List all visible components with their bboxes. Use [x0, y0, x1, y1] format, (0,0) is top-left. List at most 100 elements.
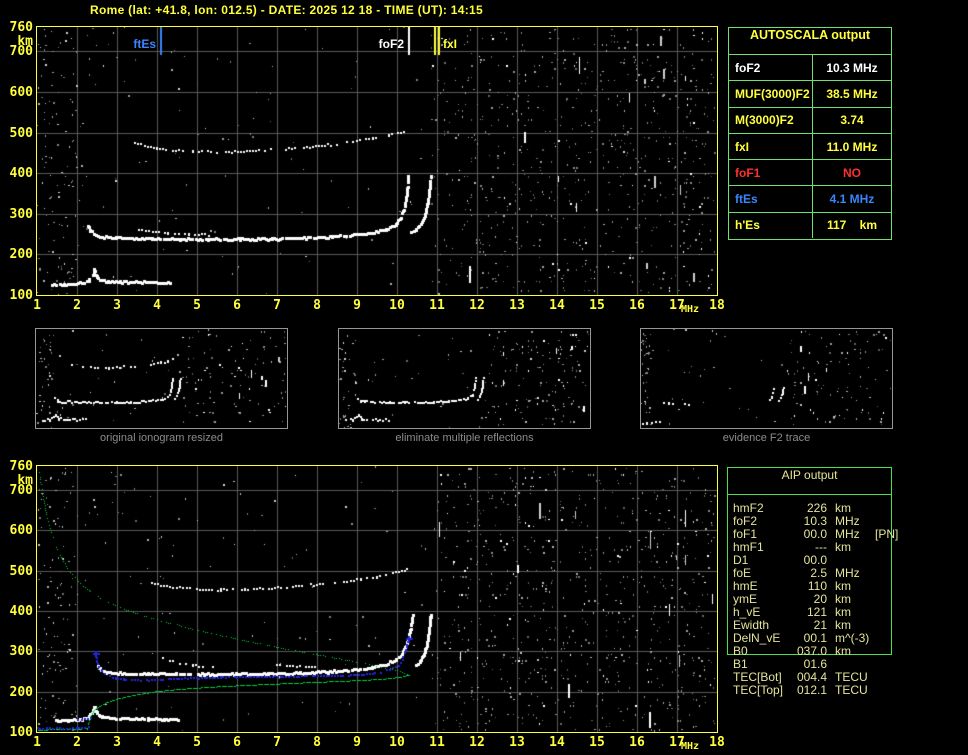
autoscala-row-value: 11.0 MHz — [826, 139, 878, 154]
y-tick-label: 300 — [9, 206, 33, 222]
aip-row-unit: km — [835, 644, 851, 658]
aip-rows: hmF2 226 km foF2 10.3 MHz foF1 00.0 MHz … — [733, 502, 933, 697]
y-tick-label: 500 — [9, 125, 33, 141]
autoscala-window: Rome (lat: +41.8, lon: 012.5) - DATE: 20… — [0, 0, 968, 755]
aip-row-extra — [865, 684, 933, 697]
aip-header: AIP output — [728, 468, 891, 495]
autoscala-row: ftEs 4.1 MHz — [729, 185, 891, 212]
x-tick-label: 14 — [549, 735, 565, 750]
x-axis-unit-label: MHz — [681, 741, 700, 752]
x-tick-label: 7 — [273, 735, 281, 750]
aip-row: TEC[Top] 012.1 TECU — [733, 684, 933, 697]
x-tick-label: 6 — [233, 735, 241, 750]
aip-row-extra — [865, 632, 933, 645]
autoscala-table: AUTOSCALA output foF2 10.3 MHz MUF(3000)… — [728, 27, 892, 240]
thumbnail-f2-evidence — [640, 328, 893, 429]
x-tick-label: 3 — [113, 298, 121, 313]
y-tick-label: 200 — [9, 247, 33, 263]
ftes-marker-label: ftEs — [133, 37, 156, 51]
aip-row-extra — [865, 593, 933, 606]
aip-ionogram-canvas — [37, 466, 717, 732]
x-tick-label: 6 — [233, 298, 241, 313]
thumbnail-original-canvas — [36, 329, 287, 428]
y-tick-label: 500 — [9, 563, 33, 579]
x-tick-label: 4 — [153, 735, 161, 750]
aip-row-extra — [865, 671, 933, 684]
autoscala-row: foF2 10.3 MHz — [729, 54, 891, 81]
x-tick-label: 18 — [709, 735, 725, 750]
autoscala-row-value: 4.1 MHz — [829, 192, 875, 207]
aip-row-extra — [865, 658, 933, 671]
thumbnail-caption-original: original ionogram resized — [100, 432, 223, 444]
autoscala-row-label: fxI — [729, 133, 813, 160]
aip-row-extra — [865, 554, 933, 567]
aip-row: D1 00.0 — [733, 554, 933, 567]
autoscala-row-label: M(3000)F2 — [729, 107, 813, 133]
fxi-marker-label: fxI — [443, 37, 458, 51]
thumbnail-f2-canvas — [641, 329, 892, 428]
autoscala-row-value: NO — [843, 165, 861, 180]
aip-row: ymE 20 km — [733, 593, 933, 606]
autoscala-row: fxI 11.0 MHz — [729, 132, 891, 160]
y-tick-label: 400 — [9, 166, 33, 182]
autoscala-header: AUTOSCALA output — [749, 28, 871, 42]
y-tick-label: 300 — [9, 644, 33, 660]
x-axis-unit-label: MHz — [681, 304, 700, 315]
thumbnail-caption-filtered: eliminate multiple reflections — [395, 432, 534, 444]
x-tick-label: 11 — [429, 298, 445, 313]
autoscala-row-label: h'Es — [729, 212, 813, 239]
y-tick-label: 760 — [9, 20, 33, 35]
autoscala-row-value: 38.5 MHz — [826, 86, 878, 101]
y-tick-label: 600 — [9, 84, 33, 100]
aip-row-extra — [865, 580, 933, 593]
x-tick-label: 18 — [709, 298, 725, 313]
autoscala-row-label: MUF(3000)F2 — [729, 81, 813, 107]
x-tick-label: 10 — [389, 298, 405, 313]
aip-row: hmF2 226 km — [733, 502, 933, 515]
x-tick-label: 7 — [273, 298, 281, 313]
aip-row-value: 012.1 — [796, 683, 827, 697]
x-tick-label: 14 — [549, 298, 565, 313]
x-tick-label: 8 — [313, 735, 321, 750]
x-tick-label: 15 — [589, 298, 605, 313]
y-tick-label: 760 — [9, 459, 33, 474]
y-tick-label: 600 — [9, 523, 33, 539]
main-ionogram-canvas — [37, 27, 717, 295]
y-tick-label: 100 — [9, 725, 33, 740]
x-tick-label: 2 — [73, 298, 81, 313]
y-axis-unit-label: km — [17, 34, 33, 49]
x-tick-label: 13 — [509, 735, 525, 750]
x-tick-label: 11 — [429, 735, 445, 750]
x-tick-label: 16 — [629, 298, 645, 313]
aip-row-unit: TECU — [835, 683, 868, 697]
station-title: Rome (lat: +41.8, lon: 012.5) - DATE: 20… — [90, 3, 483, 17]
aip-row-unit: km — [835, 540, 851, 554]
autoscala-row-label: foF2 — [729, 55, 813, 81]
x-tick-label: 8 — [313, 298, 321, 313]
thumbnail-filtered-canvas — [339, 329, 590, 428]
aip-row: B0 037.0 km — [733, 645, 933, 658]
autoscala-rows: foF2 10.3 MHz MUF(3000)F2 38.5 MHz M(300… — [729, 54, 891, 239]
x-tick-label: 15 — [589, 735, 605, 750]
autoscala-row: MUF(3000)F2 38.5 MHz — [729, 80, 891, 107]
aip-row: hmF1 --- km — [733, 541, 933, 554]
x-tick-label: 10 — [389, 735, 405, 750]
autoscala-row: h'Es 117 km — [729, 211, 891, 239]
autoscala-row-value: 3.74 — [840, 113, 864, 128]
x-tick-label: 12 — [469, 298, 485, 313]
main-ionogram-plot: ftEs foF2 fxI — [36, 26, 718, 296]
aip-row-extra — [865, 606, 933, 619]
fof2-marker-label: foF2 — [378, 37, 404, 51]
autoscala-row-value: 117 km — [826, 218, 878, 233]
aip-row-extra — [865, 645, 933, 658]
x-tick-label: 5 — [193, 735, 201, 750]
autoscala-row-label: ftEs — [729, 186, 813, 212]
aip-row-extra — [865, 619, 933, 632]
y-tick-label: 200 — [9, 684, 33, 700]
y-axis-unit-label: km — [17, 473, 33, 488]
aip-row: hmE 110 km — [733, 580, 933, 593]
x-tick-label: 9 — [353, 298, 361, 313]
y-tick-label: 400 — [9, 604, 33, 620]
autoscala-row-label: foF1 — [729, 160, 813, 186]
x-tick-label: 16 — [629, 735, 645, 750]
